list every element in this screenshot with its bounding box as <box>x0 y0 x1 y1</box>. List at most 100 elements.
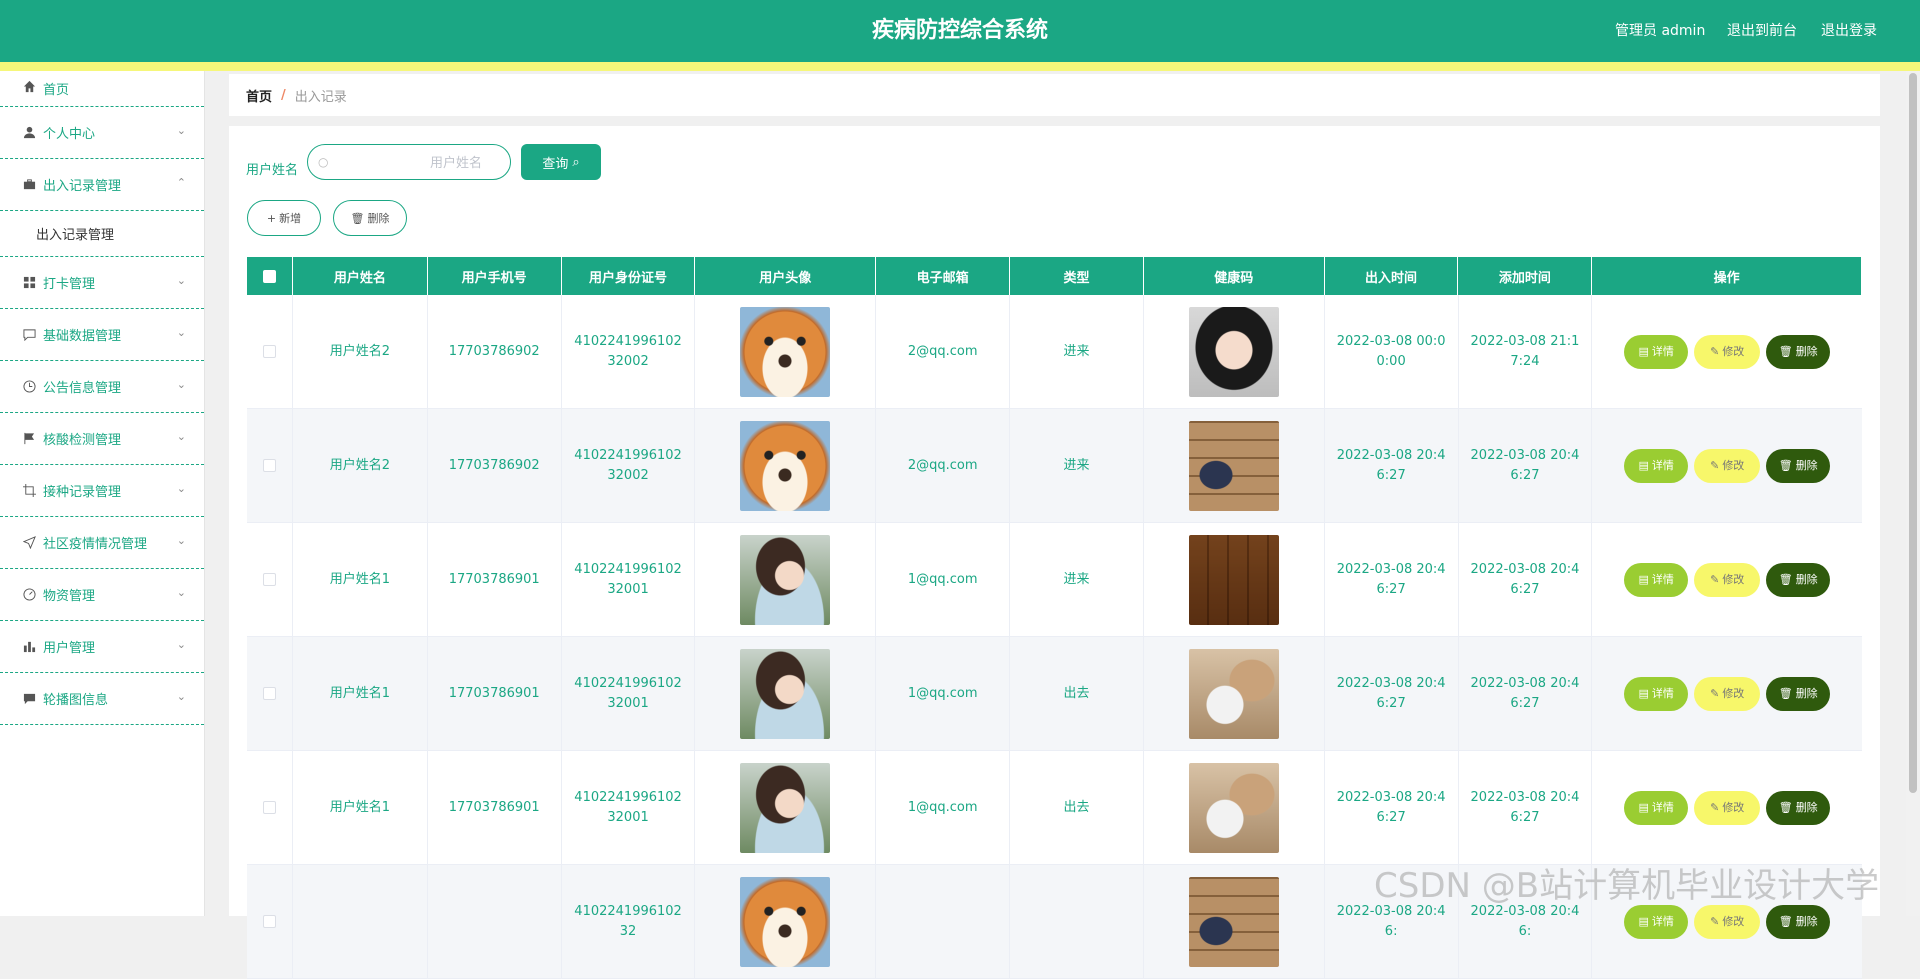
delete-button[interactable]: 🗑 删除 <box>1766 790 1831 825</box>
sidebar-item-label: 用户管理 <box>43 641 96 656</box>
clock-icon <box>22 380 36 394</box>
health-code-image <box>1188 648 1279 739</box>
edit-button[interactable]: ✎ 修改 <box>1694 676 1761 711</box>
column-header: 用户手机号 <box>428 257 562 295</box>
sidebar-item-carousel[interactable]: 轮播图信息 ⌄ <box>0 673 204 725</box>
row-checkbox[interactable] <box>262 459 276 472</box>
breadcrumb: 首页 / 出入记录 <box>229 74 1880 116</box>
table-row: 用户姓名2 17703786902 410224199610232002 2@qq.c… <box>247 409 1862 523</box>
cell-health-code <box>1144 523 1325 636</box>
sidebar-item-users[interactable]: 用户管理 ⌄ <box>0 621 204 673</box>
pencil-icon: ✎ <box>1710 458 1720 472</box>
table-header: 用户姓名 用户手机号 用户身份证号 用户头像 电子邮箱 类型 健康码 出入时间 添加时间 操作 <box>247 257 1862 295</box>
detail-button[interactable]: ▤ 详情 <box>1624 448 1689 483</box>
sidebar-item-vaccination[interactable]: 接种记录管理 ⌄ <box>0 465 204 517</box>
detail-button[interactable]: ▤ 详情 <box>1624 676 1689 711</box>
search-field[interactable]: ○ <box>307 144 511 180</box>
detail-button[interactable]: ▤ 详情 <box>1624 562 1689 597</box>
delete-label: 删除 <box>1795 800 1818 814</box>
sidebar-item-nucleic-test[interactable]: 核酸检测管理 ⌄ <box>0 413 204 465</box>
sidebar-item-checkin[interactable]: 打卡管理 ⌄ <box>0 257 204 309</box>
cell-type: 进来 <box>1010 295 1144 408</box>
edit-label: 修改 <box>1722 344 1745 358</box>
edit-button[interactable]: ✎ 修改 <box>1694 790 1761 825</box>
delete-button[interactable]: 🗑 删除 <box>1766 562 1831 597</box>
delete-button[interactable]: 🗑 删除 <box>1766 334 1831 369</box>
cell-health-code <box>1144 295 1325 408</box>
edit-label: 修改 <box>1722 914 1745 928</box>
query-button[interactable]: 查询 ⌕ <box>521 144 601 180</box>
edit-button[interactable]: ✎ 修改 <box>1694 448 1761 483</box>
add-button[interactable]: + 新增 <box>247 200 321 236</box>
sidebar-item-personal[interactable]: 个人中心 ⌄ <box>0 107 204 159</box>
row-checkbox-cell <box>247 409 293 522</box>
cell-avatar <box>695 637 877 750</box>
row-checkbox[interactable] <box>262 801 276 814</box>
pencil-icon: ✎ <box>1710 344 1720 358</box>
detail-button[interactable]: ▤ 详情 <box>1624 790 1689 825</box>
batch-delete-button[interactable]: 🗑 删除 <box>333 200 407 236</box>
health-code-image <box>1188 420 1279 511</box>
trash-icon: 🗑 <box>1778 458 1793 472</box>
delete-button[interactable]: 🗑 删除 <box>1766 676 1831 711</box>
chevron-up-icon: ⌃ <box>176 176 186 189</box>
edit-button[interactable]: ✎ 修改 <box>1694 904 1761 939</box>
detail-label: 详情 <box>1651 344 1674 358</box>
select-all-checkbox[interactable] <box>262 269 276 283</box>
breadcrumb-home[interactable]: 首页 <box>246 86 272 105</box>
cell-add-time: 2022-03-08 21:17:24 <box>1459 295 1593 408</box>
table-row: 用户姓名1 17703786901 410224199610232001 1@qq.c… <box>247 751 1862 865</box>
detail-button[interactable]: ▤ 详情 <box>1624 904 1689 939</box>
health-code-image <box>1188 762 1279 853</box>
cell-avatar <box>695 865 877 978</box>
row-checkbox[interactable] <box>262 345 276 358</box>
table-row: 用户姓名1 17703786901 410224199610232001 1@qq.c… <box>247 637 1862 751</box>
pencil-icon: ✎ <box>1710 686 1720 700</box>
delete-button[interactable]: 🗑 删除 <box>1766 904 1831 939</box>
edit-button[interactable]: ✎ 修改 <box>1694 334 1761 369</box>
sidebar-item-supplies[interactable]: 物资管理 ⌄ <box>0 569 204 621</box>
sidebar-item-label: 首页 <box>43 83 70 98</box>
breadcrumb-separator: / <box>281 87 286 103</box>
pencil-icon: ✎ <box>1710 914 1720 928</box>
document-icon: ▤ <box>1638 914 1649 928</box>
search-icon: ⌕ <box>572 154 580 170</box>
sidebar-item-home[interactable]: 首页 <box>0 71 204 107</box>
sidebar-item-label: 轮播图信息 <box>43 693 109 708</box>
sidebar-item-community-epidemic[interactable]: 社区疫情情况管理 ⌄ <box>0 517 204 569</box>
avatar-image <box>740 648 831 739</box>
scrollbar-thumb[interactable] <box>1909 73 1917 793</box>
chevron-down-icon: ⌄ <box>176 124 186 137</box>
sidebar-item-notice[interactable]: 公告信息管理 ⌄ <box>0 361 204 413</box>
scrollbar[interactable] <box>1906 71 1920 916</box>
cell-type: 进来 <box>1010 409 1144 522</box>
trash-icon: 🗑 <box>1778 686 1793 700</box>
avatar-image <box>740 420 831 511</box>
chevron-down-icon: ⌄ <box>176 638 186 651</box>
column-header: 电子邮箱 <box>876 257 1011 295</box>
chevron-down-icon: ⌄ <box>176 534 186 547</box>
column-header: 用户姓名 <box>293 257 428 295</box>
detail-button[interactable]: ▤ 详情 <box>1624 334 1689 369</box>
search-input[interactable] <box>334 150 504 174</box>
admin-user-link[interactable]: 管理员 admin <box>1615 0 1705 62</box>
row-checkbox[interactable] <box>262 687 276 700</box>
delete-button[interactable]: 🗑 删除 <box>1766 448 1831 483</box>
sidebar-item-access-records[interactable]: 出入记录管理 ⌃ <box>0 159 204 211</box>
plus-icon: + <box>266 211 277 225</box>
row-checkbox[interactable] <box>262 915 276 928</box>
submenu-access-records[interactable]: 出入记录管理 <box>0 211 204 257</box>
cell-email: 1@qq.com <box>876 637 1011 750</box>
sidebar-item-basic-data[interactable]: 基础数据管理 ⌄ <box>0 309 204 361</box>
column-header: 出入时间 <box>1325 257 1459 295</box>
logout-link[interactable]: 退出登录 <box>1821 0 1877 62</box>
cell-email <box>876 865 1011 978</box>
cell-health-code <box>1144 409 1325 522</box>
edit-button[interactable]: ✎ 修改 <box>1694 562 1761 597</box>
cell-ops: ▤ 详情 ✎ 修改 🗑 删除 <box>1592 409 1862 522</box>
cell-type: 进来 <box>1010 523 1144 636</box>
column-header: 操作 <box>1592 257 1862 295</box>
row-checkbox[interactable] <box>262 573 276 586</box>
back-to-front-link[interactable]: 退出到前台 <box>1727 0 1797 62</box>
crop-icon <box>22 484 36 498</box>
